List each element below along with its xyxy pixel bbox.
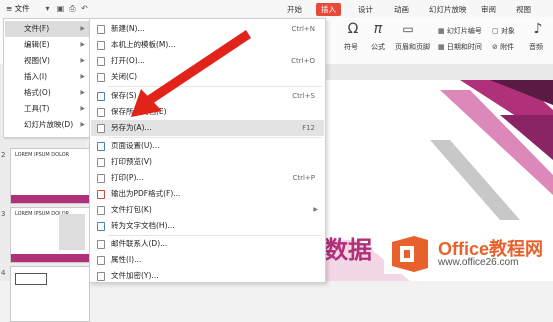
file-menu-button[interactable]: ≡ 文件	[2, 2, 34, 16]
menu-separator	[108, 86, 322, 87]
menu-item-mail-contact[interactable]: 邮件联系人(D)...	[91, 236, 324, 252]
save-icon	[97, 92, 105, 101]
menu-item-print[interactable]: 打印(P)... Ctrl+P	[91, 170, 324, 186]
slide-thumbnail-4[interactable]	[10, 266, 90, 322]
undo-icon[interactable]: ↶	[80, 4, 89, 13]
symbol-button[interactable]: 符号	[344, 42, 358, 52]
file-submenu: 新建(N)... Ctrl+N 本机上的模板(M)... 打开(O)... Ctrl…	[89, 18, 326, 283]
title-bar: ≡ 文件 ▾ ▣ ⎙ ↶ 开始 插入 设计 动画 幻灯片放映 审阅 视图	[0, 0, 553, 19]
lock-icon	[97, 272, 105, 281]
attachment-button[interactable]: ⊘ 附件	[492, 42, 514, 52]
thumbnail-number: 3	[1, 210, 6, 218]
slide-thumbnail-3[interactable]: LOREM IPSUM DOLOR	[10, 207, 90, 263]
menu-icon: ≡	[6, 4, 15, 13]
office-logo-icon	[392, 236, 428, 272]
tab-animation[interactable]: 动画	[389, 3, 414, 16]
menu-view[interactable]: 视图(V) ▶	[5, 53, 90, 69]
watermark-url: www.office26.com	[438, 257, 519, 268]
menu-item-encrypt[interactable]: 文件加密(Y)...	[91, 268, 324, 284]
tab-view[interactable]: 视图	[511, 3, 536, 16]
tab-design[interactable]: 设计	[353, 3, 378, 16]
tab-home[interactable]: 开始	[282, 3, 307, 16]
menu-item-package[interactable]: 文件打包(K) ▶	[91, 202, 324, 218]
package-icon	[97, 206, 105, 215]
menu-file[interactable]: 文件(F) ▶	[5, 21, 90, 37]
header-footer-icon: ▭	[402, 22, 414, 36]
menu-item-save[interactable]: 保存(S) Ctrl+S	[91, 88, 324, 104]
chevron-right-icon: ▶	[313, 206, 318, 213]
thumbnail-photo	[59, 214, 85, 250]
menu-item-convert-text[interactable]: 转为文字文档(H)...	[91, 218, 324, 234]
chevron-right-icon: ▶	[80, 73, 85, 80]
pdf-icon	[97, 190, 105, 199]
thumbnail-number: 4	[1, 269, 6, 277]
chevron-right-icon: ▶	[80, 57, 85, 64]
audio-button[interactable]: 音频	[529, 42, 543, 52]
save-icon[interactable]: ▣	[56, 4, 65, 13]
menu-item-close[interactable]: 关闭(C)	[91, 69, 324, 85]
chevron-right-icon: ▶	[80, 121, 85, 128]
omega-icon: Ω	[347, 21, 359, 37]
chevron-right-icon: ▶	[80, 89, 85, 96]
tab-review[interactable]: 审阅	[476, 3, 501, 16]
save-all-icon	[97, 108, 105, 117]
menu-slideshow[interactable]: 幻灯片放映(D) ▶	[5, 117, 90, 133]
mail-icon	[97, 240, 105, 249]
menu-item-open[interactable]: 打开(O)... Ctrl+O	[91, 53, 324, 69]
thumbnail-band	[11, 254, 89, 262]
thumbnail-table	[15, 273, 47, 285]
menu-item-export-pdf[interactable]: 输出为PDF格式(F)...	[91, 186, 324, 202]
page-setup-icon	[97, 142, 105, 151]
thumbnail-number: 2	[1, 151, 6, 159]
chevron-right-icon: ▶	[80, 105, 85, 112]
tab-insert[interactable]: 插入	[316, 3, 341, 16]
slide-stripe	[430, 140, 520, 220]
date-time-button[interactable]: ▦ 日期和时间	[438, 42, 482, 52]
save-as-icon	[97, 124, 105, 133]
menu-item-save-as[interactable]: 另存为(A)... F12	[91, 120, 324, 136]
slide-number-button[interactable]: ▦ 幻灯片编号	[438, 26, 482, 36]
menu-item-page-setup[interactable]: 页面设置(U)...	[91, 138, 324, 154]
close-file-icon	[97, 73, 105, 82]
chevron-right-icon: ▶	[80, 25, 85, 32]
slide-thumbnail-2[interactable]: LOREM IPSUM DOLOR	[10, 148, 90, 204]
folder-open-icon	[97, 57, 105, 66]
template-icon	[97, 41, 105, 50]
main-menu: 文件(F) ▶ 编辑(E) ▶ 视图(V) ▶ 插入(I) ▶ 格式(O) ▶ 工具(T)…	[3, 18, 92, 138]
new-file-icon	[97, 25, 105, 34]
thumbnail-title: LOREM IPSUM DOLOR	[15, 152, 70, 158]
audio-icon: ♪	[533, 21, 543, 37]
header-footer-button[interactable]: 页眉和页脚	[395, 42, 430, 52]
dropdown-icon[interactable]: ▾	[43, 4, 52, 13]
print-preview-icon	[97, 158, 105, 167]
menu-format[interactable]: 格式(O) ▶	[5, 85, 90, 101]
convert-doc-icon	[97, 222, 105, 231]
thumbnail-band	[11, 195, 89, 203]
print-icon[interactable]: ⎙	[68, 4, 77, 13]
chevron-right-icon: ▶	[80, 41, 85, 48]
pi-icon: π	[373, 21, 383, 37]
menu-tools[interactable]: 工具(T) ▶	[5, 101, 90, 117]
print-icon	[97, 174, 105, 183]
menu-item-print-preview[interactable]: 打印预览(V)	[91, 154, 324, 170]
menu-insert[interactable]: 插入(I) ▶	[5, 69, 90, 85]
tab-slideshow[interactable]: 幻灯片放映	[424, 3, 472, 16]
formula-button[interactable]: 公式	[371, 42, 385, 52]
slide-text: 数据	[324, 236, 372, 264]
properties-icon	[97, 256, 105, 265]
menu-item-new[interactable]: 新建(N)... Ctrl+N	[91, 21, 324, 37]
menu-edit[interactable]: 编辑(E) ▶	[5, 37, 90, 53]
menu-item-local-template[interactable]: 本机上的模板(M)...	[91, 37, 324, 53]
menu-item-save-all[interactable]: 保存所有文档(E)	[91, 104, 324, 120]
menu-item-properties[interactable]: 属性(I)...	[91, 252, 324, 268]
object-button[interactable]: ▢ 对象	[492, 26, 515, 36]
